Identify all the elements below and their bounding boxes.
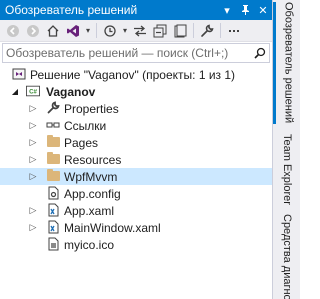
solution-icon xyxy=(12,67,26,81)
tab-label: Team Explorer xyxy=(281,133,293,205)
tab-label: Обозреватель решений xyxy=(282,2,295,124)
collapsed-arrow-icon[interactable]: ▷ xyxy=(28,202,38,219)
tree-item-label: myico.ico xyxy=(64,237,115,252)
references-icon xyxy=(46,118,60,132)
solution-explorer-title-bar: Обозреватель решений ▾ ✕ xyxy=(0,0,272,20)
project-label: Vaganov xyxy=(46,84,96,99)
search-input[interactable] xyxy=(3,44,251,62)
tree-node-properties[interactable]: ▷ Properties xyxy=(0,100,272,117)
collapsed-arrow-icon[interactable]: ▷ xyxy=(28,168,38,185)
tree-item-label: Properties xyxy=(64,101,119,116)
solution-tree: Решение "Vaganov" (проекты: 1 из 1) ◢ C#… xyxy=(0,64,272,253)
toolbar-separator xyxy=(220,23,221,38)
pin-icon[interactable] xyxy=(236,0,254,20)
tree-node-pages[interactable]: ▷ Pages xyxy=(0,134,272,151)
folder-icon xyxy=(46,135,60,149)
project-icon-text: C# xyxy=(29,89,37,96)
tree-node-references[interactable]: ▷ Ссылки xyxy=(0,117,272,134)
tree-item-label: App.config xyxy=(64,186,121,201)
tree-node-resources[interactable]: ▷ Resources xyxy=(0,151,272,168)
sync-icon[interactable] xyxy=(130,21,150,41)
back-icon[interactable] xyxy=(3,21,23,41)
collapsed-arrow-icon[interactable]: ▷ xyxy=(28,151,38,168)
config-file-icon xyxy=(46,186,60,200)
tab-label: Средства диагност xyxy=(281,214,293,299)
solution-explorer-toolbar: ▾ ▾ xyxy=(0,20,272,42)
history-dropdown-icon[interactable]: ▾ xyxy=(120,21,130,41)
tree-item-label: App.xaml xyxy=(64,203,115,218)
collapsed-arrow-icon[interactable]: ▷ xyxy=(28,219,38,236)
csharp-project-icon: C# xyxy=(26,84,40,98)
dropdown-icon[interactable]: ▾ xyxy=(218,0,236,20)
search-icon[interactable] xyxy=(251,44,269,62)
ico-file-icon xyxy=(46,237,60,251)
panel-title: Обозреватель решений xyxy=(5,3,138,17)
home-icon[interactable] xyxy=(43,21,63,41)
tree-node-solution[interactable]: Решение "Vaganov" (проекты: 1 из 1) xyxy=(0,66,272,83)
vs-icon[interactable] xyxy=(63,21,83,41)
xaml-file-icon xyxy=(46,203,60,217)
history-icon[interactable] xyxy=(100,21,120,41)
tree-node-project[interactable]: ◢ C# Vaganov xyxy=(0,83,272,100)
collapse-all-icon[interactable] xyxy=(150,21,170,41)
tab-diagnostics[interactable]: Средства диагност xyxy=(273,214,301,299)
tree-item-label: MainWindow.xaml xyxy=(64,220,161,235)
tree-item-label: WpfMvvm xyxy=(64,169,118,184)
forward-icon[interactable] xyxy=(23,21,43,41)
tree-node-app-xaml[interactable]: ▷ App.xaml xyxy=(0,202,272,219)
tab-team-explorer[interactable]: Team Explorer xyxy=(273,128,301,210)
collapsed-arrow-icon[interactable]: ▷ xyxy=(28,100,38,117)
vs-dropdown-icon[interactable]: ▾ xyxy=(83,21,93,41)
more-icon[interactable] xyxy=(224,21,244,41)
wrench-icon xyxy=(46,101,60,115)
expanded-arrow-icon[interactable]: ◢ xyxy=(10,83,20,100)
tree-node-app-config[interactable]: App.config xyxy=(0,185,272,202)
tree-node-wpfmvvm[interactable]: ▷ WpfMvvm xyxy=(0,168,272,185)
show-all-files-icon[interactable] xyxy=(170,21,190,41)
tree-item-label: Ссылки xyxy=(64,118,107,133)
tree-item-label: Resources xyxy=(64,152,122,167)
xaml-file-icon xyxy=(46,220,60,234)
search-box xyxy=(2,43,270,63)
properties-icon[interactable] xyxy=(197,21,217,41)
tree-node-myico[interactable]: myico.ico xyxy=(0,236,272,253)
folder-icon xyxy=(46,152,60,166)
collapsed-arrow-icon[interactable]: ▷ xyxy=(28,134,38,151)
toolbar-separator xyxy=(96,23,97,38)
tree-node-mainwindow-xaml[interactable]: ▷ MainWindow.xaml xyxy=(0,219,272,236)
tab-solution-explorer[interactable]: Обозреватель решений xyxy=(273,2,301,124)
toolbar-separator xyxy=(193,23,194,38)
tree-item-label: Pages xyxy=(64,135,99,150)
tool-window-tabs: Обозреватель решений Team Explorer Средс… xyxy=(272,0,300,299)
solution-label: Решение "Vaganov" (проекты: 1 из 1) xyxy=(30,67,236,82)
collapsed-arrow-icon[interactable]: ▷ xyxy=(28,117,38,134)
folder-icon xyxy=(46,169,60,183)
close-icon[interactable]: ✕ xyxy=(254,0,272,20)
